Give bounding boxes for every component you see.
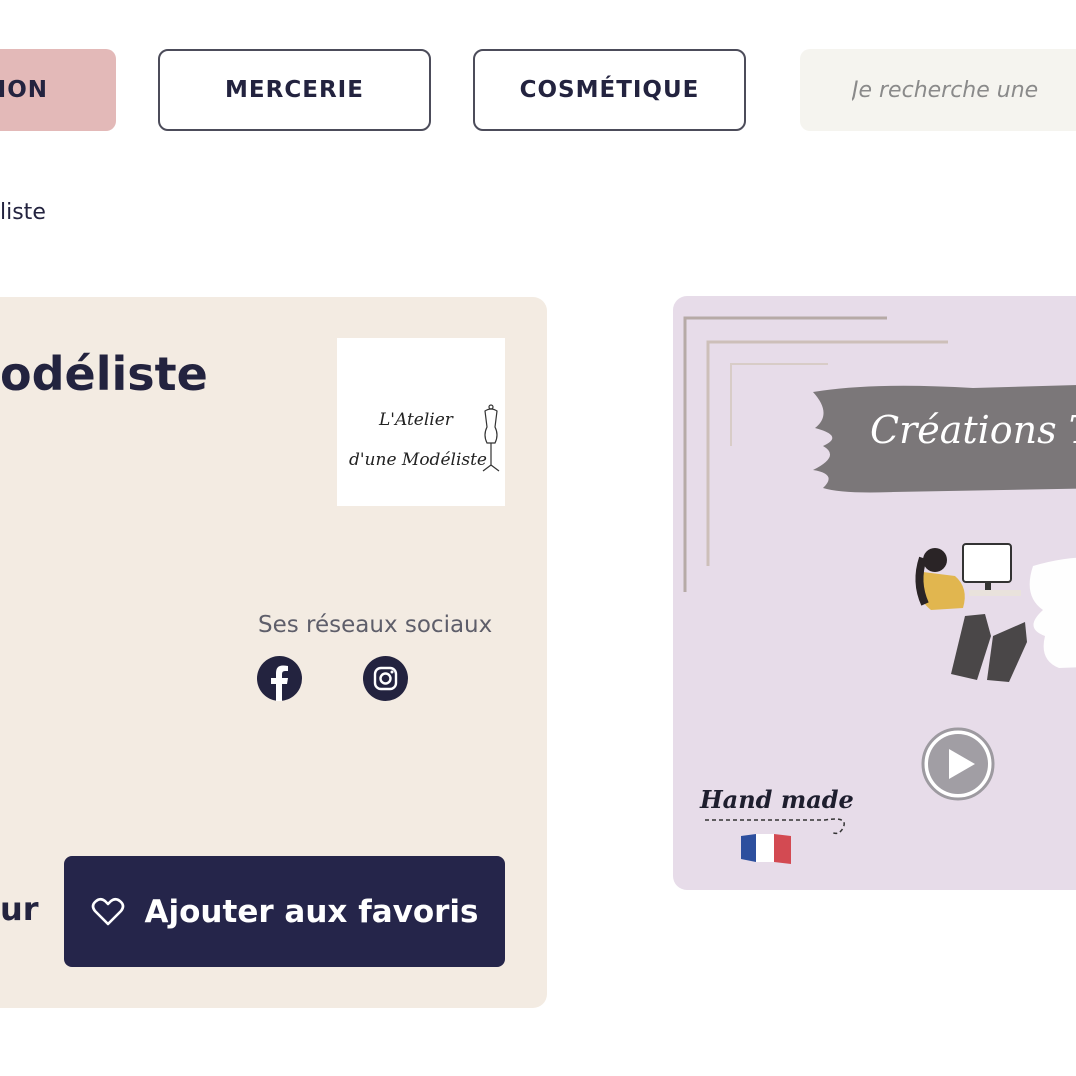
- shop-title: odéliste: [0, 347, 208, 401]
- search-input[interactable]: [850, 76, 1076, 104]
- svg-text:L'Atelier: L'Atelier: [378, 410, 454, 430]
- video-banner-text: Créations T: [870, 408, 1076, 452]
- facebook-icon[interactable]: [257, 656, 302, 701]
- breadcrumb: liste: [0, 200, 46, 225]
- svg-text:d'une Modéliste: d'une Modéliste: [349, 450, 487, 470]
- nav-tab-cosmetique[interactable]: COSMÉTIQUE: [473, 49, 746, 131]
- nav-tab-mercerie[interactable]: MERCERIE: [158, 49, 431, 131]
- nav-tab-active-label: ION: [0, 77, 48, 103]
- search-box[interactable]: [800, 49, 1076, 131]
- shop-logo-image: L'Atelier d'une Modéliste: [349, 404, 500, 472]
- breadcrumb-current: liste: [0, 200, 46, 225]
- contact-button-partial[interactable]: ur: [0, 890, 39, 928]
- france-flag-icon: [741, 834, 791, 864]
- add-to-favorites-label: Ajouter aux favoris: [144, 893, 479, 930]
- add-to-favorites-button[interactable]: Ajouter aux favoris: [64, 856, 505, 967]
- heart-icon: [91, 897, 124, 925]
- handmade-text: Hand made: [700, 785, 854, 814]
- shop-logo: L'Atelier d'une Modéliste: [337, 338, 505, 506]
- instagram-icon[interactable]: [363, 656, 408, 701]
- social-label: Ses réseaux sociaux: [258, 612, 493, 638]
- nav-tab-cosmetique-label: COSMÉTIQUE: [519, 77, 700, 103]
- play-icon[interactable]: [921, 727, 995, 801]
- nav-tab-mercerie-label: MERCERIE: [225, 77, 364, 103]
- nav-tab-active[interactable]: ION: [0, 49, 116, 131]
